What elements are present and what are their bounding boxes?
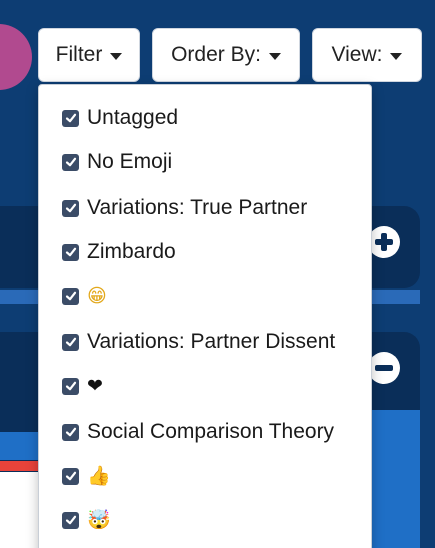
chevron-down-icon (390, 52, 403, 60)
checkbox[interactable] (62, 467, 79, 485)
filter-option[interactable]: Social Comparison Theory (62, 417, 334, 447)
content-strip (0, 432, 38, 460)
filter-option[interactable]: Variations: Partner Dissent (62, 327, 335, 357)
checkbox[interactable] (62, 153, 79, 171)
filter-option[interactable]: 👍 (62, 461, 111, 491)
filter-option-label: Variations: Partner Dissent (87, 330, 336, 353)
plus-circle-icon[interactable] (368, 226, 400, 258)
checkbox[interactable] (62, 423, 79, 441)
thumbs-up-icon: 👍 (87, 464, 111, 487)
filter-option[interactable]: ❤ (62, 371, 103, 401)
view-label: View: (331, 43, 383, 66)
checkbox[interactable] (62, 199, 79, 217)
filter-option[interactable]: 🤯 (62, 505, 111, 535)
filter-option[interactable]: Variations: True Partner (62, 193, 307, 223)
filter-label: Filter (55, 43, 103, 66)
filter-option-label: Zimbardo (87, 240, 176, 263)
filter-option-label: Untagged (87, 106, 179, 129)
pointer-blob (0, 24, 32, 90)
filter-option-label: Social Comparison Theory (87, 420, 335, 443)
filter-option[interactable]: No Emoji (62, 147, 172, 177)
view-button[interactable]: View: (312, 28, 422, 82)
checkbox[interactable] (62, 377, 79, 395)
filter-option[interactable]: Zimbardo (62, 237, 176, 267)
checkbox[interactable] (62, 511, 79, 529)
filter-option-label: Variations: True Partner (87, 196, 308, 219)
filter-option-label: No Emoji (87, 150, 173, 173)
checkbox[interactable] (62, 109, 79, 127)
minus-circle-icon[interactable] (368, 352, 400, 384)
chevron-down-icon (268, 52, 281, 60)
heart-icon: ❤ (87, 374, 103, 397)
chevron-down-icon (110, 52, 123, 60)
filter-dropdown: Untagged No Emoji Variations: True Partn… (38, 84, 372, 548)
checkbox[interactable] (62, 243, 79, 261)
order-by-label: Order By: (171, 43, 261, 66)
exploding-head-icon: 🤯 (87, 508, 111, 531)
app-window: Filter Order By: View: Untagged No Emoji… (0, 0, 435, 548)
status-strip (0, 461, 38, 471)
grinning-face-icon: 😁 (87, 284, 107, 307)
checkbox[interactable] (62, 333, 79, 351)
filter-option[interactable]: 😁 (62, 281, 107, 311)
filter-button[interactable]: Filter (38, 28, 140, 82)
content-strip (0, 472, 38, 548)
filter-option[interactable]: Untagged (62, 103, 178, 133)
content-area (368, 410, 420, 548)
checkbox[interactable] (62, 287, 79, 305)
order-by-button[interactable]: Order By: (152, 28, 300, 82)
